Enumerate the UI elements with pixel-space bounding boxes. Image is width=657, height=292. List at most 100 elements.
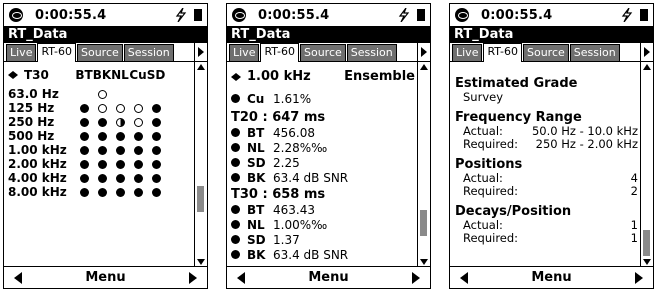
status-dot-empty-icon [97, 103, 107, 113]
next-arrow-icon[interactable] [188, 271, 197, 284]
elapsed-time: 0:00:55.4 [35, 7, 107, 23]
tab-live[interactable]: Live [452, 44, 483, 61]
grid-header: T30 BT BK NL Cu SD [4, 66, 194, 83]
estimated-grade-panel: Estimated Grade Survey Frequency Range A… [450, 76, 640, 281]
bullet-icon [231, 158, 240, 167]
band-row[interactable]: 125 Hz [4, 101, 194, 115]
tab-bar: Live RT-60 Source Session [450, 43, 653, 62]
tab-source[interactable]: Source [300, 44, 346, 61]
status-dot-full-icon [79, 131, 89, 141]
status-dot-full-icon [133, 173, 143, 183]
softkey-bar: Menu [450, 266, 653, 288]
col-header: Cu [129, 67, 147, 82]
power-bolt-icon [398, 8, 410, 22]
band-frequency: 1.00 kHz [8, 143, 67, 157]
next-arrow-icon[interactable] [634, 271, 643, 284]
tab-session[interactable]: Session [569, 44, 620, 61]
tab-rt60[interactable]: RT-60 [260, 43, 299, 62]
band-frequency: 8.00 kHz [8, 185, 67, 199]
status-dot-full-icon [151, 131, 161, 141]
status-dot-full-icon [97, 159, 107, 169]
power-bolt-icon [175, 8, 187, 22]
tab-bar: Live RT-60 Source Session [4, 43, 207, 62]
tab-rt60[interactable]: RT-60 [37, 43, 76, 62]
status-dot-full-icon [151, 103, 161, 113]
left-right-arrows-icon[interactable] [231, 72, 241, 81]
prev-arrow-icon[interactable] [237, 271, 245, 284]
scrollbar[interactable] [194, 62, 207, 267]
col-header: NL [111, 67, 129, 82]
battery-icon [417, 9, 425, 21]
band-frequency: 250 Hz [8, 115, 55, 129]
bullet-icon [231, 128, 240, 137]
t20-heading: T20 : 647 ms [231, 110, 326, 125]
status-dot-full-icon [79, 159, 89, 169]
device-logo-icon [455, 8, 469, 22]
status-dot-full-icon [151, 145, 161, 155]
band-frequency: 63.0 Hz [8, 87, 59, 101]
menu-button[interactable]: Menu [85, 270, 125, 285]
scroll-thumb[interactable] [197, 186, 204, 212]
status-dot-full-icon [97, 173, 107, 183]
tab-scroll-right-button[interactable] [194, 43, 207, 61]
scroll-thumb[interactable] [643, 230, 650, 256]
scroll-up-icon[interactable] [643, 64, 651, 70]
band-row[interactable]: 500 Hz [4, 129, 194, 143]
elapsed-time: 0:00:55.4 [258, 7, 330, 23]
status-dot-full-icon [115, 173, 125, 183]
tab-source[interactable]: Source [523, 44, 569, 61]
menu-button[interactable]: Menu [531, 270, 571, 285]
t30-item-row: NL 1.00%‰ [227, 217, 417, 232]
next-arrow-icon[interactable] [411, 271, 420, 284]
tab-scroll-right-button[interactable] [640, 43, 653, 61]
band-row[interactable]: 8.00 kHz [4, 185, 194, 199]
left-right-arrows-icon[interactable] [8, 70, 18, 79]
band-frequency: 1.00 kHz [247, 69, 311, 84]
tab-live[interactable]: Live [229, 44, 260, 61]
scrollbar[interactable] [640, 62, 653, 267]
t30-item-row: BK 63.4 dB SNR [227, 247, 417, 262]
status-dot-empty-icon [133, 117, 143, 127]
status-dot-full-icon [97, 131, 107, 141]
band-row[interactable]: 1.00 kHz [4, 143, 194, 157]
bullet-icon [231, 250, 240, 259]
prev-arrow-icon[interactable] [14, 271, 22, 284]
scroll-up-icon[interactable] [197, 64, 205, 70]
status-dot-full-icon [97, 117, 107, 127]
tab-session[interactable]: Session [346, 44, 397, 61]
power-bolt-icon [621, 8, 633, 22]
t20-item-row: BT 456.08 [227, 125, 417, 140]
status-dot-full-icon [79, 117, 89, 127]
status-dot-full-icon [97, 145, 107, 155]
tab-session[interactable]: Session [123, 44, 174, 61]
scroll-thumb[interactable] [420, 210, 427, 236]
bullet-icon [231, 235, 240, 244]
scroll-down-icon[interactable] [643, 259, 651, 265]
menu-button[interactable]: Menu [308, 270, 348, 285]
battery-icon [194, 9, 202, 21]
band-frequency: 500 Hz [8, 129, 55, 143]
status-dot-full-icon [79, 145, 89, 155]
col-header: BK [92, 67, 112, 82]
band-row[interactable]: 2.00 kHz [4, 157, 194, 171]
tab-source[interactable]: Source [77, 44, 123, 61]
decays-required-row: Required: 1 [463, 231, 638, 245]
tab-bar: Live RT-60 Source Session [227, 43, 430, 62]
status-dot-full-icon [133, 131, 143, 141]
scroll-up-icon[interactable] [420, 64, 428, 70]
band-frequency: 4.00 kHz [8, 171, 67, 185]
band-row[interactable]: 4.00 kHz [4, 171, 194, 185]
scrollbar[interactable] [417, 62, 430, 267]
device-logo-icon [232, 8, 246, 22]
status-dot-empty-icon [133, 103, 143, 113]
tab-scroll-right-button[interactable] [417, 43, 430, 61]
prev-arrow-icon[interactable] [460, 271, 468, 284]
band-row[interactable]: 250 Hz [4, 115, 194, 129]
file-title: RT_Data [4, 26, 207, 43]
scroll-down-icon[interactable] [197, 259, 205, 265]
band-row[interactable]: 63.0 Hz [4, 87, 194, 101]
tab-live[interactable]: Live [6, 44, 37, 61]
scroll-down-icon[interactable] [420, 259, 428, 265]
tab-rt60[interactable]: RT-60 [483, 43, 522, 62]
ensemble-label: Ensemble [344, 69, 415, 84]
